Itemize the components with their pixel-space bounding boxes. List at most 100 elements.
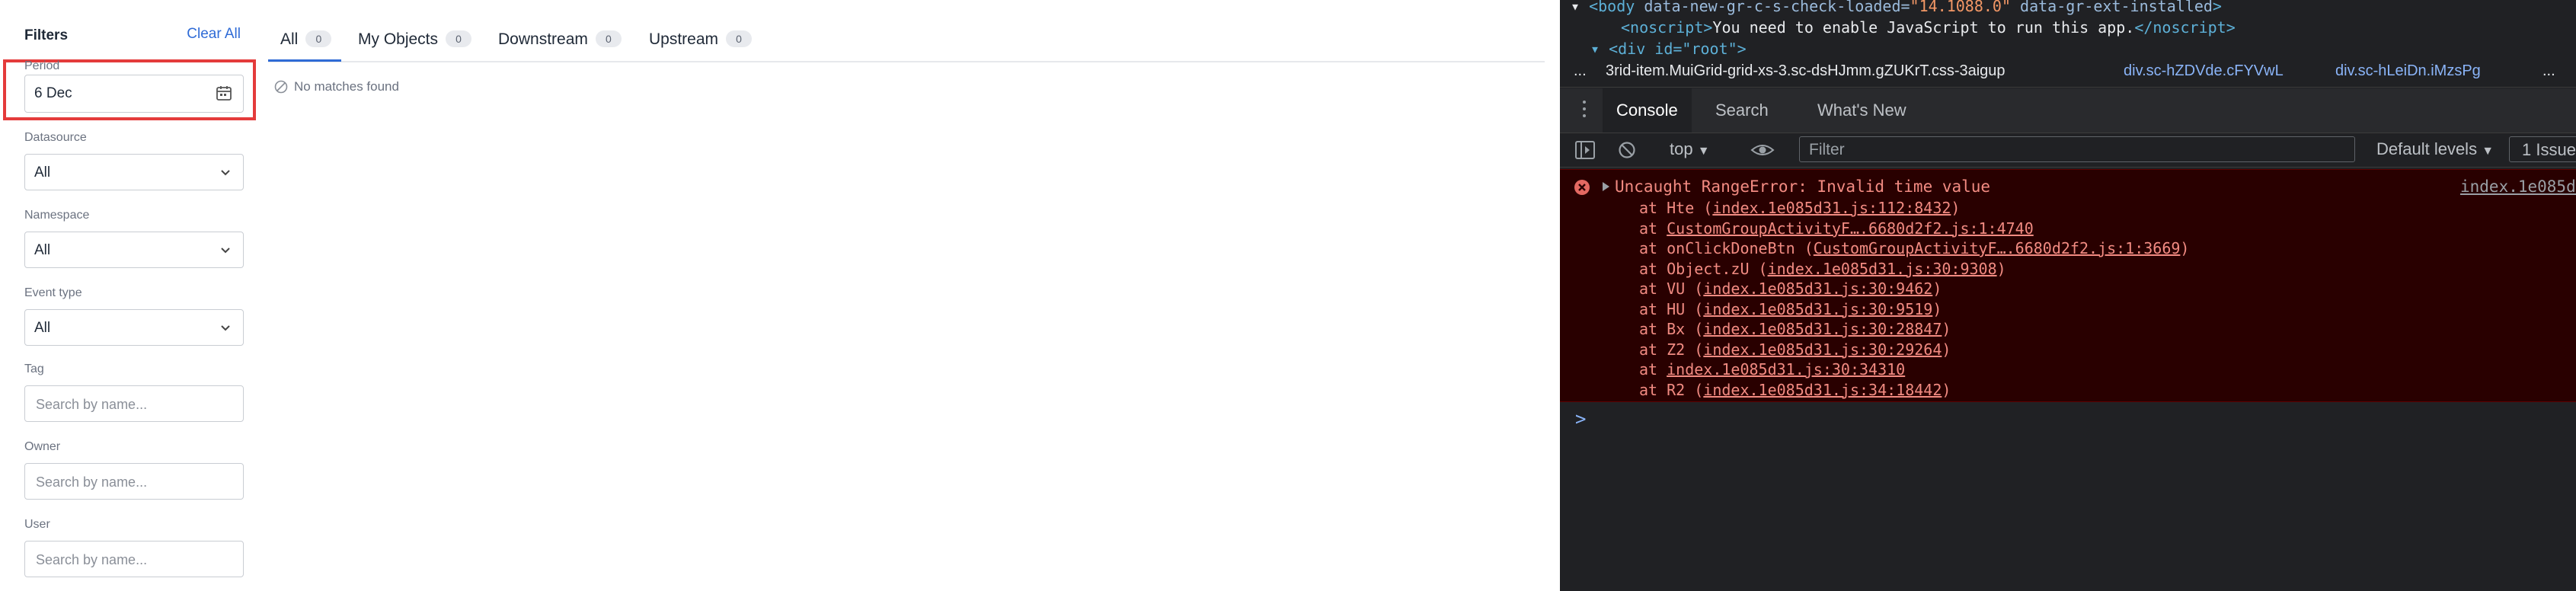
breadcrumb-ellipsis[interactable]: ... bbox=[1574, 62, 1587, 80]
breadcrumb-div-2[interactable]: div.sc-hLeiDn.iMzsPg bbox=[2335, 62, 2481, 80]
owner-search-input[interactable] bbox=[34, 471, 228, 493]
tab-my-objects[interactable]: My Objects 0 bbox=[358, 30, 472, 49]
stack-frame-suffix: ) bbox=[2180, 239, 2190, 257]
stack-frame-suffix: ) bbox=[1942, 340, 1951, 359]
chevron-down-icon bbox=[221, 170, 230, 176]
period-input[interactable]: 6 Dec bbox=[24, 75, 244, 113]
filters-header: Filters Clear All bbox=[24, 21, 244, 49]
context-value: top bbox=[1670, 139, 1693, 158]
datasource-select[interactable]: All bbox=[24, 154, 244, 190]
event-type-label: Event type bbox=[24, 286, 82, 299]
expand-triangle-icon: ▾ bbox=[1571, 0, 1590, 15]
dom-line-body[interactable]: ▾ <body data-new-gr-c-s-check-loaded="14… bbox=[1571, 0, 2222, 15]
no-entry-icon bbox=[274, 80, 288, 94]
stack-frame-link[interactable]: index.1e085d31.js:30:9308 bbox=[1768, 260, 1997, 278]
dom-attr-name: data-new-gr-c-s-check-loaded= bbox=[1635, 0, 1910, 15]
stack-frame-prefix: at Z2 ( bbox=[1639, 340, 1704, 359]
stack-frame: at Z2 (index.1e085d31.js:30:29264) bbox=[1639, 340, 1951, 359]
namespace-label: Namespace bbox=[24, 209, 90, 222]
tab-whats-new[interactable]: What's New bbox=[1804, 88, 1920, 133]
tab-search[interactable]: Search bbox=[1702, 88, 1782, 133]
tab-upstream[interactable]: Upstream 0 bbox=[649, 30, 753, 49]
eye-icon[interactable] bbox=[1750, 141, 1775, 159]
stack-frame-prefix: at R2 ( bbox=[1639, 380, 1704, 399]
stack-frame-prefix: at VU ( bbox=[1639, 280, 1704, 298]
tab-downstream[interactable]: Downstream 0 bbox=[498, 30, 622, 49]
filters-panel: Filters Clear All Period 6 Dec Datasourc… bbox=[3, 21, 256, 577]
stack-frame-suffix: ) bbox=[1942, 380, 1951, 399]
clear-all-button[interactable]: Clear All bbox=[187, 26, 241, 43]
user-search[interactable] bbox=[24, 541, 244, 577]
console-prompt[interactable]: > bbox=[1575, 408, 1586, 430]
caret-down-icon: ▼ bbox=[2482, 145, 2495, 158]
calendar-icon[interactable] bbox=[216, 85, 232, 101]
expand-error-icon[interactable] bbox=[1603, 182, 1609, 191]
stack-frame-link[interactable]: index.1e085d31.js:30:28847 bbox=[1703, 320, 1942, 338]
tab-downstream-label: Downstream bbox=[498, 30, 588, 48]
stack-frame-suffix: ) bbox=[1996, 259, 2006, 278]
stack-frame-suffix: ) bbox=[1942, 320, 1951, 338]
dom-noscript-text: You need to enable JavaScript to run thi… bbox=[1712, 18, 2135, 37]
tab-downstream-count: 0 bbox=[595, 30, 622, 47]
stack-frame: at VU (index.1e085d31.js:30:9462) bbox=[1639, 280, 1942, 298]
drawer-tabs: Console Search What's New bbox=[1560, 88, 2576, 133]
stack-frame: at HU (index.1e085d31.js:30:9519) bbox=[1639, 300, 1942, 318]
console-error-message: Uncaught RangeError: Invalid time value … bbox=[1560, 169, 2576, 402]
console-filter[interactable] bbox=[1799, 136, 2355, 162]
stack-frame-link[interactable]: index.1e085d31.js:30:34310 bbox=[1667, 360, 1905, 379]
sidebar-toggle-icon[interactable] bbox=[1575, 141, 1595, 159]
stack-frame: at Object.zU (index.1e085d31.js:30:9308) bbox=[1639, 260, 2006, 278]
log-levels-dropdown[interactable]: Default levels ▼ bbox=[2376, 139, 2494, 159]
stack-frame-link[interactable]: index.1e085d31.js:112:8432 bbox=[1712, 199, 1951, 217]
tab-all-label: All bbox=[280, 30, 299, 48]
stack-frame-prefix: at bbox=[1639, 219, 1667, 238]
tab-my-objects-label: My Objects bbox=[358, 30, 439, 48]
stack-frame-link[interactable]: index.1e085d31.js:34:18442 bbox=[1703, 381, 1942, 399]
error-icon bbox=[1574, 180, 1590, 195]
tab-console[interactable]: Console bbox=[1603, 88, 1692, 133]
clear-console-icon[interactable] bbox=[1618, 141, 1636, 159]
dom-attr-name: data-gr-ext-installed bbox=[2011, 0, 2213, 15]
datasource-label: Datasource bbox=[24, 131, 87, 144]
context-selector[interactable]: top ▼ bbox=[1670, 139, 1710, 159]
stack-frame-link[interactable]: CustomGroupActivityF….6680d2f2.js:1:4740 bbox=[1667, 219, 2034, 238]
stack-frame-link[interactable]: index.1e085d31.js:30:9519 bbox=[1703, 300, 1932, 318]
devtools-pane: ▾ <body data-new-gr-c-s-check-loaded="14… bbox=[1560, 0, 2576, 591]
tab-all[interactable]: All 0 bbox=[280, 30, 332, 49]
event-type-field: Event type All bbox=[24, 286, 244, 346]
console-filter-input[interactable] bbox=[1807, 140, 2344, 160]
tag-search-input[interactable] bbox=[34, 394, 228, 415]
period-value: 6 Dec bbox=[34, 85, 72, 101]
breadcrumb-grid-item[interactable]: 3rid-item.MuiGrid-grid-xs-3.sc-dsHJmm.gZ… bbox=[1606, 62, 2006, 80]
event-type-select[interactable]: All bbox=[24, 309, 244, 346]
tag-search[interactable] bbox=[24, 385, 244, 422]
error-text: Uncaught RangeError: Invalid time value bbox=[1615, 177, 1991, 196]
stack-frame-link[interactable]: index.1e085d31.js:30:29264 bbox=[1703, 340, 1942, 359]
namespace-field: Namespace All bbox=[24, 209, 244, 268]
user-search-input[interactable] bbox=[34, 549, 228, 570]
error-source-link[interactable]: index.1e085d31.js:112 bbox=[2460, 177, 2576, 196]
stack-frame-link[interactable]: CustomGroupActivityF….6680d2f2.js:1:3669 bbox=[1814, 239, 2181, 257]
namespace-select[interactable]: All bbox=[24, 232, 244, 268]
app-pane: Filters Clear All Period 6 Dec Datasourc… bbox=[0, 0, 1560, 591]
kebab-menu-icon[interactable] bbox=[1583, 101, 1586, 121]
owner-search[interactable] bbox=[24, 463, 244, 500]
issues-button[interactable]: 1 Issue bbox=[2509, 136, 2576, 162]
tab-upstream-label: Upstream bbox=[649, 30, 719, 48]
elements-breadcrumbs: ... 3rid-item.MuiGrid-grid-xs-3.sc-dsHJm… bbox=[1560, 58, 2576, 88]
tab-active-indicator bbox=[268, 59, 341, 62]
stack-frame-prefix: at Hte ( bbox=[1639, 199, 1713, 217]
dom-line-noscript[interactable]: <noscript>You need to enable JavaScript … bbox=[1621, 18, 2236, 37]
stack-frame-prefix: at Object.zU ( bbox=[1639, 259, 1768, 278]
owner-field: Owner bbox=[24, 440, 244, 500]
dom-line-partial: ▾ <div id="root"> bbox=[1590, 40, 1747, 55]
stack-frame-prefix: at onClickDoneBtn ( bbox=[1639, 239, 1814, 257]
tab-upstream-count: 0 bbox=[726, 30, 753, 47]
stack-frame-suffix: ) bbox=[1951, 199, 1961, 217]
breadcrumb-ellipsis-end[interactable]: ... bbox=[2542, 62, 2555, 80]
filters-title: Filters bbox=[24, 27, 69, 43]
user-field: User bbox=[24, 518, 244, 577]
stack-frame-suffix: ) bbox=[1932, 280, 1942, 298]
breadcrumb-div-1[interactable]: div.sc-hZDVde.cFYVwL bbox=[2124, 62, 2284, 80]
stack-frame-link[interactable]: index.1e085d31.js:30:9462 bbox=[1703, 280, 1932, 298]
